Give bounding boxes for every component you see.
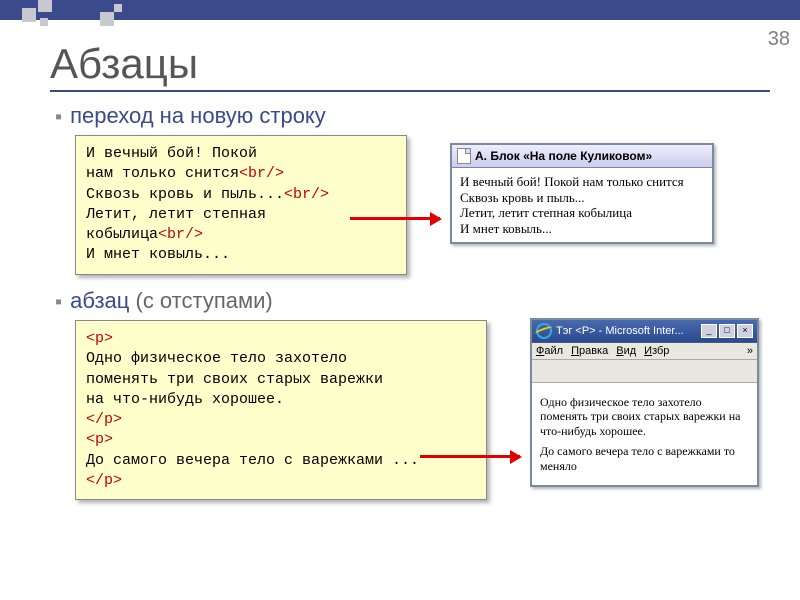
ie-icon [534,321,555,342]
maximize-icon[interactable]: □ [719,324,735,338]
browser-title-text: А. Блок «На поле Куликовом» [475,149,652,163]
browser-menu: Файл Правка Вид Избр » [532,343,757,360]
browser-title-text: Тэг <P> - Microsoft Inter... [556,325,684,337]
page-number: 38 [768,28,790,51]
close-icon[interactable]: × [737,324,753,338]
menu-edit[interactable]: Правка [571,345,608,357]
minimize-icon[interactable]: _ [701,324,717,338]
browser-titlebar-ie: Тэг <P> - Microsoft Inter... _ □ × [532,320,757,343]
browser-preview-1: А. Блок «На поле Куликовом» И вечный бой… [450,143,714,244]
menu-file[interactable]: Файл [536,345,563,357]
browser-content: И вечный бой! Покой нам только снится Ск… [452,168,712,242]
bullet-icon: ▪ [55,106,62,128]
bullet-paragraph: ▪абзац (с отступами) [55,288,273,314]
browser-content: Одно физическое тело захотело поменять т… [532,383,757,485]
browser-preview-2: Тэг <P> - Microsoft Inter... _ □ × Файл … [530,318,759,487]
arrow-icon [420,455,520,458]
code-example-br: И вечный бой! Покой нам только снится<br… [75,135,407,275]
code-example-p: <p> Одно физическое тело захотело поменя… [75,320,487,500]
browser-titlebar: А. Блок «На поле Куликовом» [452,145,712,168]
bullet-icon: ▪ [55,291,62,313]
browser-toolbar [532,360,757,383]
menu-more-icon[interactable]: » [747,345,753,357]
menu-view[interactable]: Вид [616,345,636,357]
document-icon [457,148,471,164]
arrow-icon [350,217,440,220]
slide-decoration [0,0,800,40]
window-buttons: _ □ × [701,324,753,338]
menu-fav[interactable]: Избр [644,345,669,357]
slide-title: Абзацы [50,40,770,92]
bullet-line-break: ▪переход на новую строку [55,103,326,129]
